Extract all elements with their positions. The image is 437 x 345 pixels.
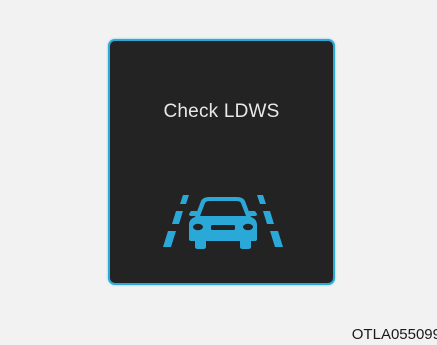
figure-reference-code: OTLA055099 (351, 326, 437, 343)
cluster-display-panel: Check LDWS (108, 39, 335, 285)
lane-departure-warning-icon (163, 195, 283, 249)
warning-message: Check LDWS (163, 101, 280, 122)
